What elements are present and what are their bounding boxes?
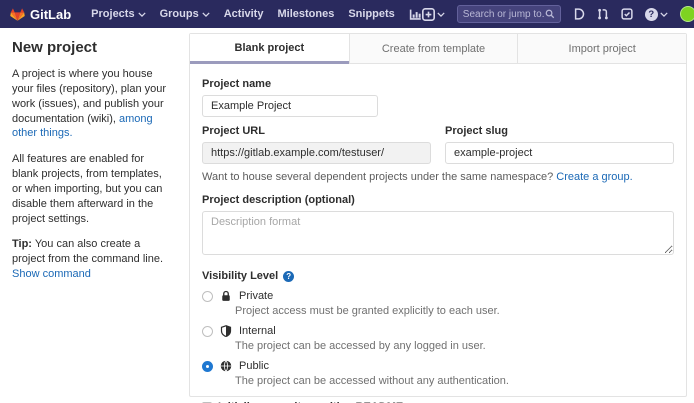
sidebar-description: New project A project is where you house… — [12, 33, 182, 397]
merge-request-icon[interactable] — [597, 8, 609, 20]
sidebar-features: All features are enabled for blank proje… — [12, 152, 172, 226]
search-input[interactable] — [463, 9, 545, 20]
nav-groups[interactable]: Groups — [160, 8, 210, 20]
avatar — [680, 6, 694, 22]
tab-create-from-template[interactable]: Create from template — [349, 34, 518, 64]
visibility-option-internal: Internal The project can be accessed by … — [202, 325, 674, 352]
help-icon: ? — [645, 8, 658, 21]
help-menu-button[interactable]: ? — [645, 8, 668, 21]
tanuki-icon — [10, 7, 25, 22]
private-radio[interactable] — [202, 291, 213, 302]
globe-icon — [220, 360, 232, 372]
project-slug-input[interactable] — [445, 142, 674, 164]
brand-name: GitLab — [30, 7, 71, 22]
gitlab-logo[interactable]: GitLab — [10, 7, 71, 22]
project-name-input[interactable] — [202, 95, 378, 117]
page-title: New project — [12, 39, 172, 56]
create-group-link[interactable]: Create a group. — [556, 171, 632, 183]
sidebar-intro: A project is where you house your files … — [12, 67, 172, 141]
lock-icon — [220, 290, 232, 302]
project-slug-label: Project slug — [445, 125, 674, 137]
chevron-down-icon — [437, 12, 445, 17]
sidebar-tip: Tip: You can also create a project from … — [12, 237, 172, 282]
chevron-down-icon — [138, 12, 146, 17]
search-icon — [545, 9, 555, 19]
project-name-label: Project name — [202, 78, 674, 90]
new-menu-button[interactable] — [422, 8, 445, 21]
todos-icon[interactable] — [621, 8, 633, 20]
chart-icon[interactable] — [409, 8, 422, 21]
blank-project-form: Project name Project URL Project slug Wa… — [190, 64, 686, 403]
new-project-panel: Blank project Create from template Impor… — [189, 33, 687, 397]
chevron-down-icon — [202, 12, 210, 17]
namespace-hint: Want to house several dependent projects… — [202, 171, 674, 183]
tab-import-project[interactable]: Import project — [517, 34, 686, 64]
global-search[interactable] — [457, 5, 561, 23]
project-description-label: Project description (optional) — [202, 194, 674, 206]
project-url-label: Project URL — [202, 125, 431, 137]
chevron-down-icon — [660, 12, 668, 17]
nav-snippets[interactable]: Snippets — [348, 8, 394, 20]
top-navbar: GitLab Projects Groups Activity Mileston… — [0, 0, 694, 28]
project-url-input[interactable] — [202, 142, 431, 164]
visibility-option-public: Public The project can be accessed witho… — [202, 360, 674, 387]
visibility-help-icon[interactable]: ? — [283, 271, 294, 282]
issues-icon[interactable] — [573, 8, 585, 20]
project-tabs: Blank project Create from template Impor… — [190, 34, 686, 64]
nav-milestones[interactable]: Milestones — [277, 8, 334, 20]
user-menu-button[interactable] — [680, 6, 694, 22]
internal-radio[interactable] — [202, 326, 213, 337]
public-radio[interactable] — [202, 361, 213, 372]
show-command-link[interactable]: Show command — [12, 268, 91, 280]
visibility-option-private: Private Project access must be granted e… — [202, 290, 674, 317]
page-content: New project A project is where you house… — [0, 28, 694, 403]
plus-square-icon — [422, 8, 435, 21]
visibility-level-label: Visibility Level ? — [202, 270, 674, 282]
shield-icon — [220, 325, 232, 337]
nav-projects[interactable]: Projects — [91, 8, 145, 20]
tab-blank-project[interactable]: Blank project — [190, 34, 349, 64]
project-description-textarea[interactable] — [202, 211, 674, 255]
nav-activity[interactable]: Activity — [224, 8, 264, 20]
